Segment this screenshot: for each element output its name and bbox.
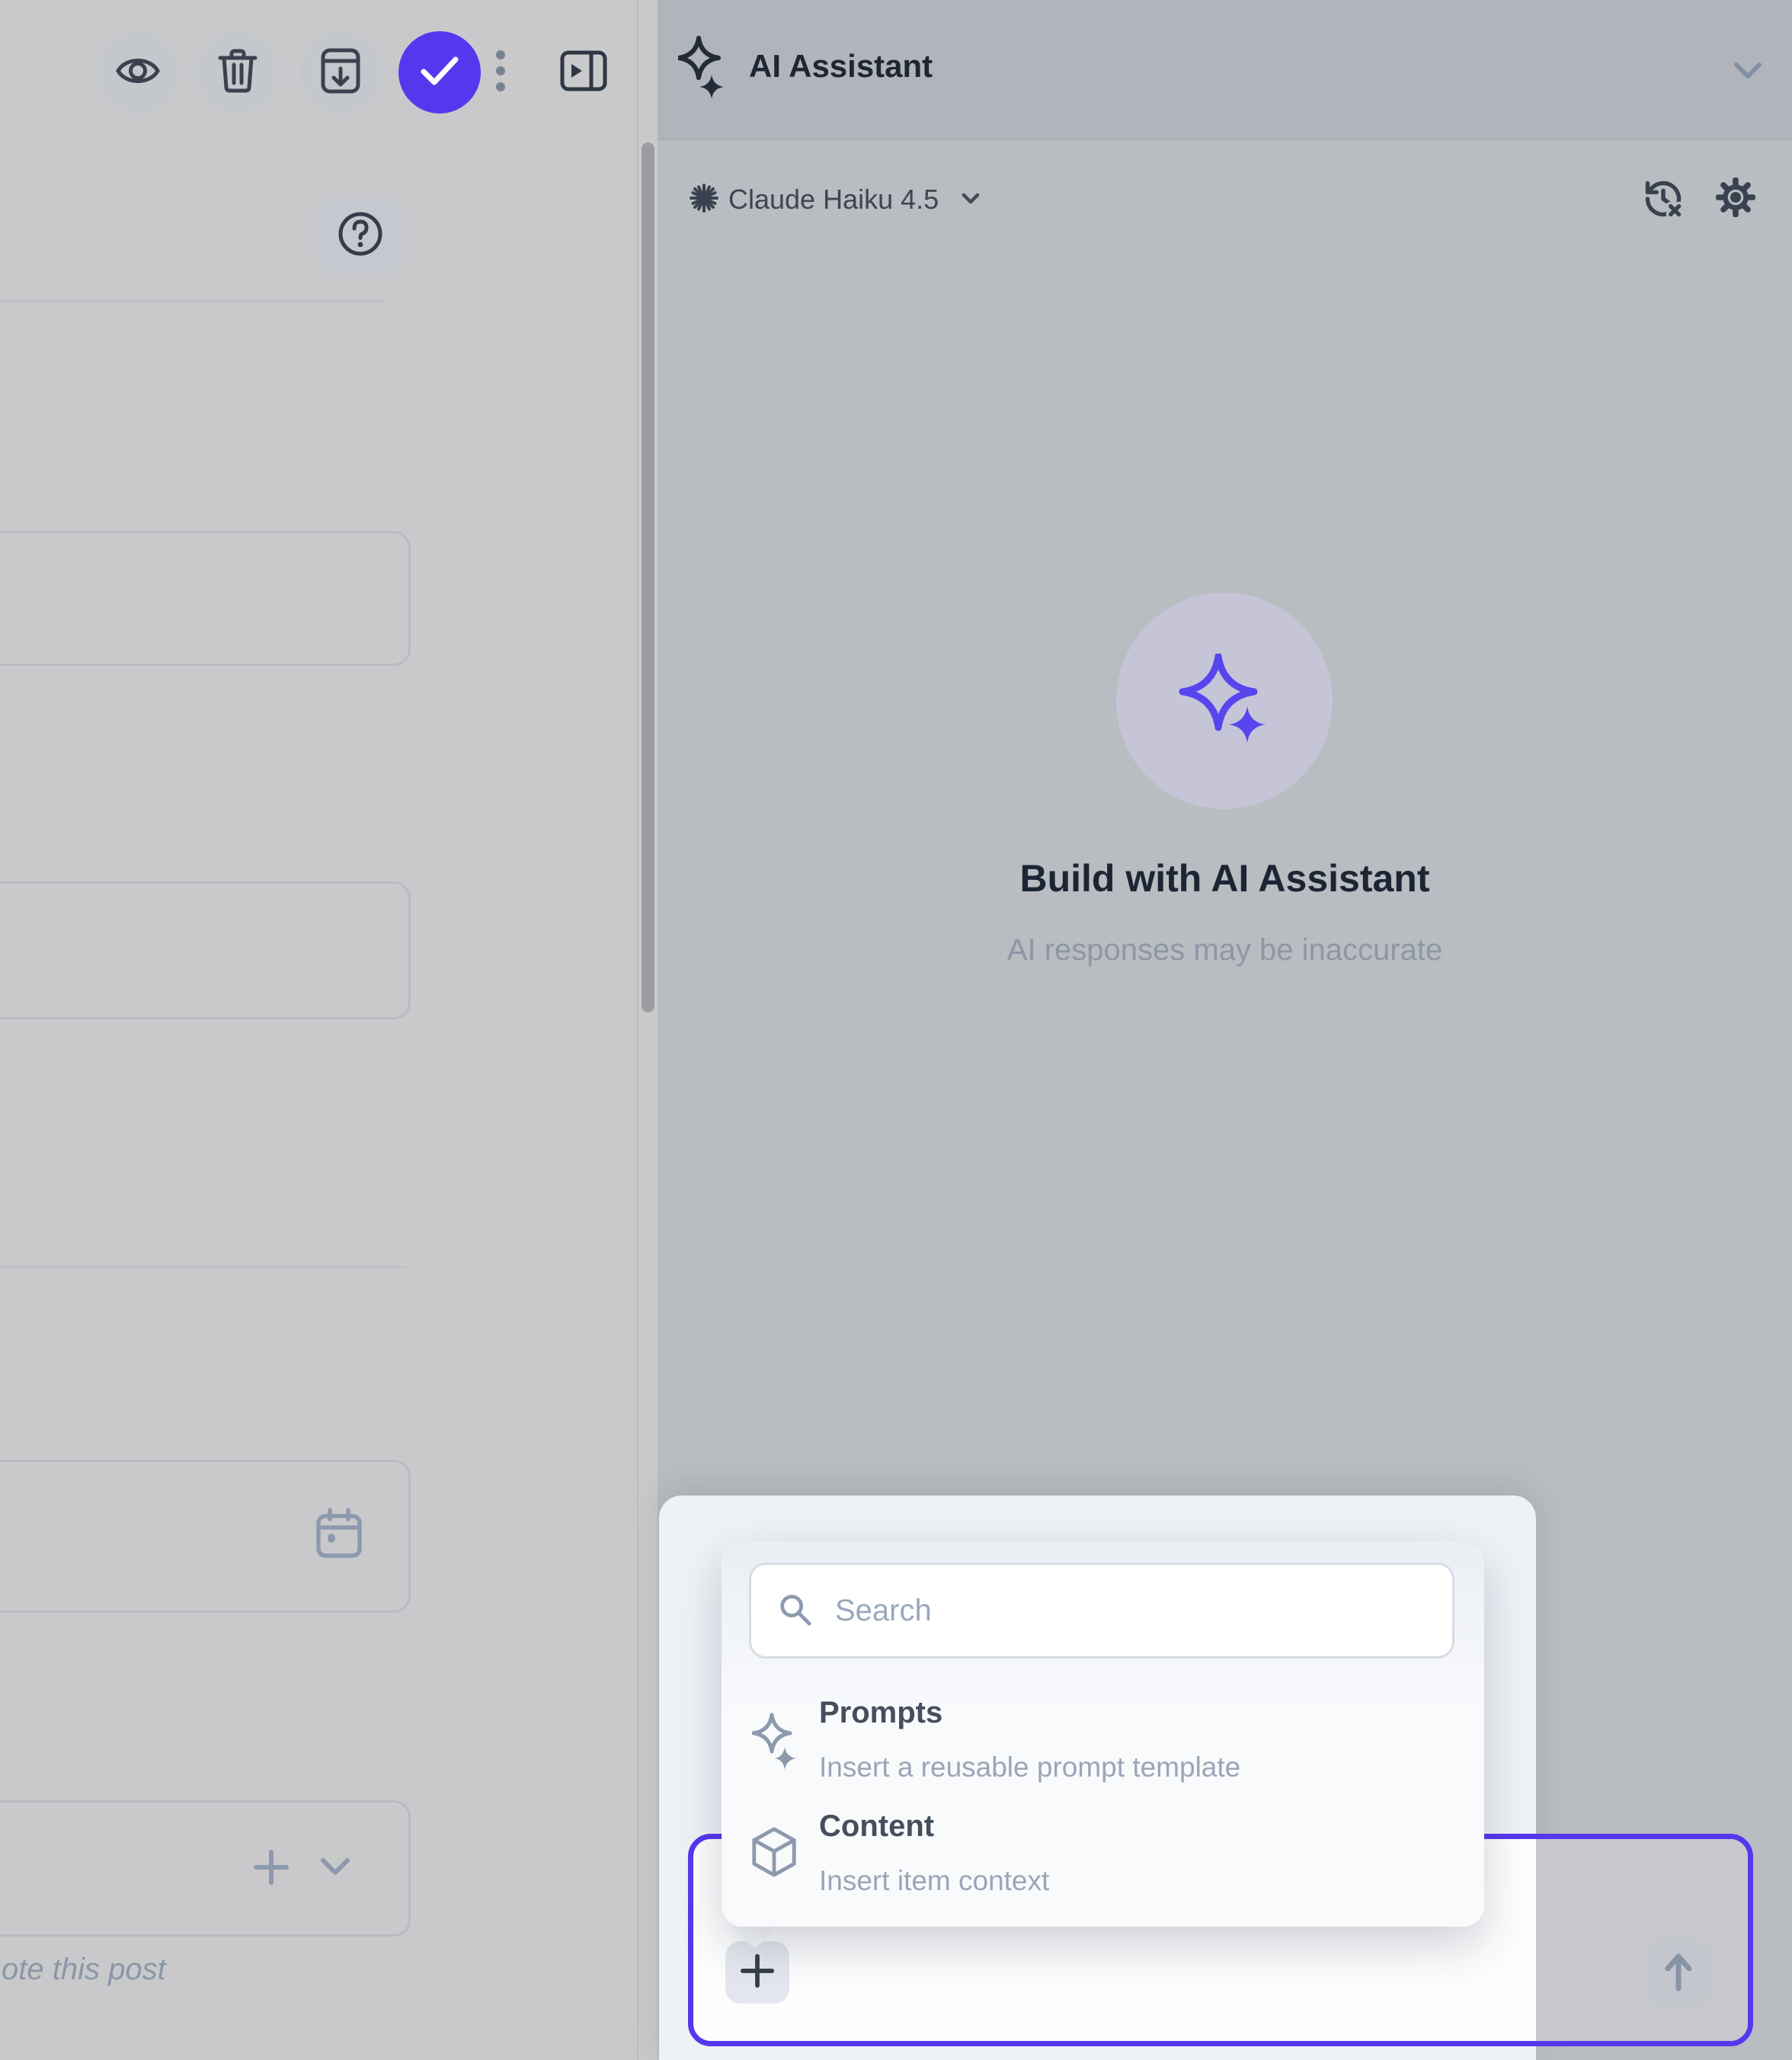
empty-state-subtitle: AI responses may be inaccurate (658, 933, 1792, 968)
search-field[interactable] (834, 1593, 1426, 1629)
collapse-chevron-icon[interactable] (1733, 62, 1762, 85)
chevron-down-icon[interactable] (962, 193, 980, 209)
app-screen: ote this post AI Assistant Claude Haiku … (0, 0, 1792, 2060)
toggle-side-panel-button[interactable] (557, 49, 610, 96)
arrow-up-icon (1662, 1952, 1695, 1995)
section-divider (0, 300, 386, 302)
ai-sparkles-icon (678, 35, 725, 106)
form-field[interactable] (0, 531, 411, 666)
help-button[interactable] (318, 195, 402, 276)
confirm-button[interactable] (398, 31, 481, 114)
plus-icon[interactable] (253, 1849, 290, 1889)
send-button[interactable] (1646, 1940, 1711, 2006)
search-icon (777, 1591, 812, 1630)
panel-title: AI Assistant (749, 48, 933, 85)
insert-menu-popup: Prompts Insert a reusable prompt templat… (722, 1541, 1484, 1927)
question-mark-icon (336, 210, 385, 262)
ai-avatar (1116, 593, 1333, 809)
menu-item-label[interactable]: Content (819, 1809, 934, 1844)
empty-state-title: Build with AI Assistant (658, 856, 1792, 900)
chevron-down-icon[interactable] (320, 1857, 350, 1881)
settings-button[interactable] (1713, 175, 1758, 222)
archive-down-icon (319, 47, 362, 98)
editor-panel: ote this post (0, 0, 658, 2060)
calendar-icon[interactable] (315, 1507, 363, 1564)
archive-button[interactable] (299, 31, 382, 114)
delete-button[interactable] (197, 31, 279, 114)
cube-icon (749, 1826, 799, 1882)
open-side-panel-icon (559, 49, 608, 97)
menu-item-label[interactable]: Prompts (819, 1696, 942, 1730)
gear-icon (1716, 178, 1755, 221)
preview-button[interactable] (97, 31, 179, 114)
model-selector[interactable]: Claude Haiku 4.5 (728, 184, 939, 216)
panel-divider (637, 0, 638, 2060)
eye-icon (115, 51, 161, 94)
sparkles-icon (752, 1713, 799, 1776)
promote-post-note: ote this post (2, 1953, 166, 1987)
kebab-menu-icon (495, 84, 506, 97)
anthropic-logo-icon (689, 183, 719, 217)
reset-history-button[interactable] (1640, 177, 1687, 224)
plus-icon (740, 1953, 775, 1992)
section-divider (0, 1266, 406, 1268)
trash-icon (217, 48, 258, 98)
dim-overlay (1536, 1839, 1748, 2041)
menu-item-description: Insert item context (819, 1865, 1049, 1897)
scrollbar-thumb[interactable] (642, 142, 654, 1012)
menu-item-description: Insert a reusable prompt template (819, 1751, 1240, 1783)
reset-history-icon (1643, 178, 1684, 223)
search-input[interactable] (749, 1563, 1454, 1659)
ai-sparkles-icon (1179, 654, 1270, 749)
more-options-button[interactable] (495, 50, 506, 98)
form-field[interactable] (0, 881, 411, 1019)
attach-button[interactable] (725, 1941, 789, 2004)
check-icon (419, 55, 460, 91)
